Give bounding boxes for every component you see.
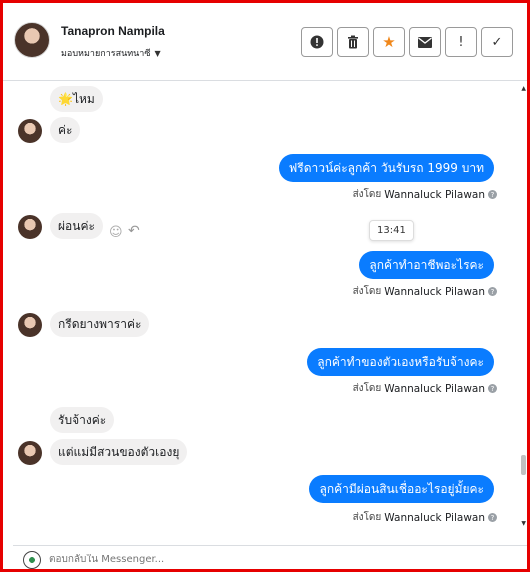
alert-circle-icon <box>310 35 324 49</box>
done-button[interactable]: ✓ <box>481 27 513 57</box>
message-incoming: ผ่อนค่ะ <box>50 213 103 239</box>
conversation-header: Tanapron Nampila มอบหมายการสนทนาซี ▼ ★ !… <box>3 3 527 81</box>
message-incoming: ค่ะ <box>50 117 81 143</box>
help-icon[interactable]: ? <box>488 384 497 393</box>
message-outgoing: ลูกค้าทำอาชีพอะไรคะ <box>359 251 494 279</box>
contact-name[interactable]: Tanapron Nampila <box>61 24 165 38</box>
message-incoming: แต่แม่มีสวนของตัวเองยุ <box>50 439 188 465</box>
report-button[interactable] <box>301 27 333 57</box>
assign-conversation-dropdown[interactable]: มอบหมายการสนทนาซี ▼ <box>61 46 161 60</box>
delete-button[interactable] <box>337 27 369 57</box>
sent-by-label: ส่งโดย Wannaluck Pilawan ? <box>353 187 497 202</box>
sent-by-label: ส่งโดย Wannaluck Pilawan ? <box>353 510 497 525</box>
star-icon[interactable]: ★ <box>373 27 405 57</box>
message-incoming: รับจ้างค่ะ <box>50 407 115 433</box>
message-incoming: 🌟ไหม <box>50 86 103 112</box>
message-outgoing: ลูกค้ามีผ่อนสินเชื่ออะไรอยู่มั้ยคะ <box>309 475 494 503</box>
help-icon[interactable]: ? <box>488 190 497 199</box>
contact-avatar[interactable] <box>14 22 50 58</box>
message-outgoing: ฟรีดาวน์ค่ะลูกค้า วันรับรถ 1999 บาท <box>278 154 494 182</box>
react-emoji-icon[interactable]: ☺ <box>109 225 123 240</box>
flag-button[interactable]: ! <box>445 27 477 57</box>
composer-bar <box>13 545 527 569</box>
contact-avatar-small <box>18 441 42 465</box>
scroll-up-arrow[interactable]: ▲ <box>521 85 526 92</box>
contact-avatar-small <box>18 215 42 239</box>
timestamp-tooltip: 13:41 <box>369 220 414 241</box>
scrollbar-thumb[interactable] <box>521 455 526 475</box>
action-toolbar: ★ ! ✓ <box>301 27 513 57</box>
reply-icon[interactable]: ↶ <box>128 223 140 239</box>
sent-by-label: ส่งโดย Wannaluck Pilawan ? <box>353 284 497 299</box>
message-incoming: กรีดยางพาราค่ะ <box>50 311 150 337</box>
assign-label: มอบหมายการสนทนาซี <box>61 49 151 59</box>
scroll-down-arrow[interactable]: ▼ <box>521 520 526 527</box>
caret-down-icon: ▼ <box>154 48 161 58</box>
help-icon[interactable]: ? <box>488 287 497 296</box>
contact-avatar-small <box>18 119 42 143</box>
checkmark-icon: ✓ <box>491 34 503 50</box>
mail-button[interactable] <box>409 27 441 57</box>
reply-input[interactable] <box>49 554 469 565</box>
message-outgoing: ลูกค้าทำของตัวเองหรือรับจ้างคะ <box>307 348 494 376</box>
sent-by-label: ส่งโดย Wannaluck Pilawan ? <box>353 381 497 396</box>
trash-icon <box>348 35 358 49</box>
envelope-icon <box>418 36 432 48</box>
page-avatar <box>23 550 41 569</box>
message-thread: 🌟ไหม ค่ะ ฟรีดาวน์ค่ะลูกค้า วันรับรถ 1999… <box>3 82 527 540</box>
help-icon[interactable]: ? <box>488 513 497 522</box>
exclamation-icon: ! <box>458 34 464 50</box>
contact-avatar-small <box>18 313 42 337</box>
messenger-window: Tanapron Nampila มอบหมายการสนทนาซี ▼ ★ !… <box>0 0 530 572</box>
